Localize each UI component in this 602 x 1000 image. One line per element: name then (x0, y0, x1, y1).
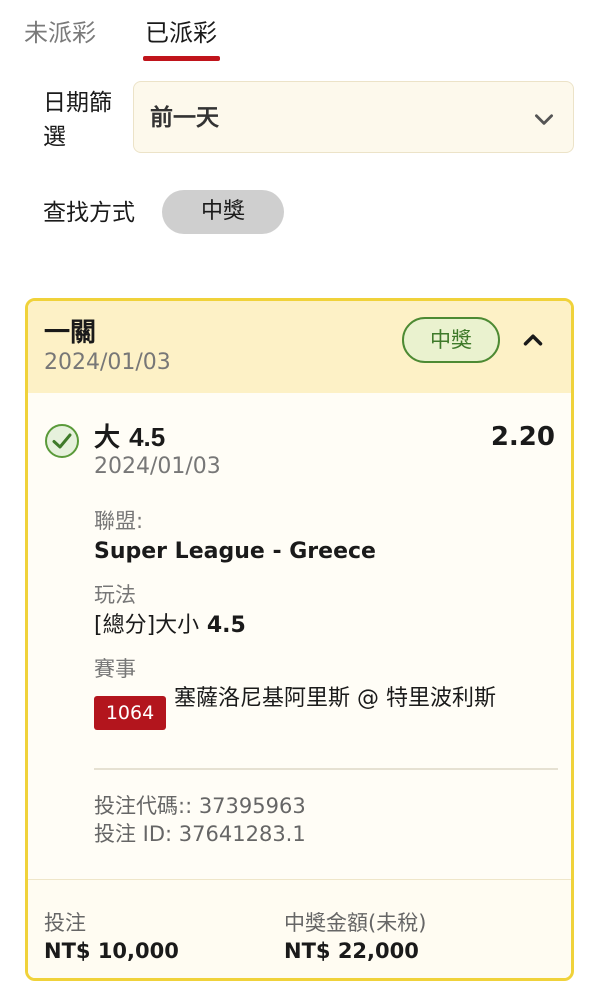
market-label: 玩法 (94, 583, 136, 607)
event-name: 塞薩洛尼基阿里斯 @ 特里波利斯 (174, 686, 496, 711)
league-label: 聯盟: (94, 509, 144, 533)
bet-date: 2024/01/03 (44, 350, 171, 375)
selection-name-number: 4.5 (129, 422, 166, 452)
market-value: [總分]大小 4.5 (94, 610, 246, 642)
search-method-label: 查找方式 (43, 200, 135, 226)
divider (94, 768, 558, 770)
selection-name-prefix: 大 (94, 423, 121, 453)
bet-status-tabs: 未派彩 已派彩 (0, 0, 602, 64)
payout-label: 中獎金額(未稅) (284, 911, 427, 935)
stake-label: 投注 (44, 911, 86, 935)
check-circle-icon (45, 424, 79, 458)
bet-id: 投注 ID: 37641283.1 (94, 822, 306, 846)
active-tab-indicator (143, 56, 220, 61)
selection-date: 2024/01/03 (94, 454, 221, 479)
payout-value: NT$ 22,000 (284, 939, 419, 963)
selection-odds: 2.20 (490, 422, 555, 452)
event-label: 賽事 (94, 657, 136, 681)
bet-code: 投注代碼:: 37395963 (94, 794, 306, 818)
bet-card-footer: 投注 NT$ 10,000 中獎金額(未稅) NT$ 22,000 (28, 879, 571, 978)
tab-unsettled[interactable]: 未派彩 (24, 16, 96, 50)
date-filter-value: 前一天 (150, 105, 219, 131)
league-value: Super League - Greece (94, 539, 376, 564)
tab-settled[interactable]: 已派彩 (145, 16, 217, 50)
date-filter-select[interactable]: 前一天 (133, 81, 574, 153)
bet-type-title: 一關 (44, 318, 97, 348)
stake-value: NT$ 10,000 (44, 939, 179, 963)
bet-card: 一關 2024/01/03 中獎 大 4.5 2.20 2024/01/03 聯… (25, 298, 574, 981)
event-code-badge: 1064 (94, 696, 166, 730)
chevron-down-icon (535, 114, 553, 125)
market-value-prefix: [總分]大小 (94, 613, 200, 638)
market-value-number: 4.5 (206, 613, 246, 638)
bet-card-header[interactable]: 一關 2024/01/03 中獎 (28, 301, 571, 393)
status-badge: 中獎 (402, 317, 500, 363)
filter-chip-won[interactable]: 中獎 (162, 190, 284, 234)
chevron-up-icon[interactable] (518, 325, 548, 355)
date-filter-label: 日期篩選 (43, 90, 112, 150)
